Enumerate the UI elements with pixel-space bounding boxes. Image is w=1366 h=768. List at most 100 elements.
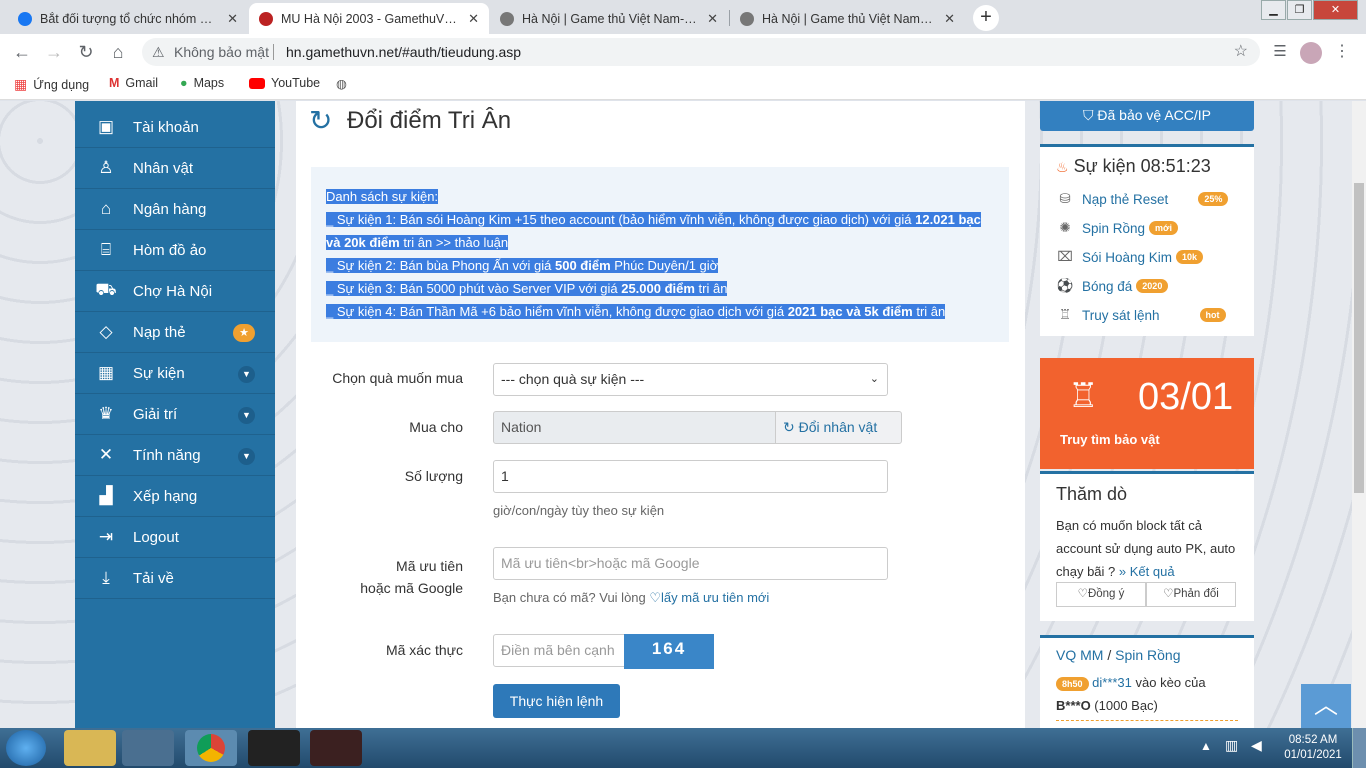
explorer-icon[interactable] (64, 730, 116, 766)
speaker-icon[interactable]: ◀ (1251, 737, 1262, 754)
event-item-topup-reset[interactable]: ⛁ Nạp thẻ Reset 25% (1056, 191, 1229, 207)
event-4-unit: tri ân (912, 304, 946, 319)
sidebar-item-bank[interactable]: ⌂ Ngân hàng (75, 189, 275, 230)
sidebar-item-market[interactable]: ⛟ Chợ Hà Nội (75, 271, 275, 312)
media-player-icon[interactable] (122, 730, 174, 766)
reload-icon[interactable]: ↻ (74, 40, 98, 64)
events-clock: Sự kiện 08:51:23 (1073, 156, 1211, 176)
bookmark-maps[interactable]: ● Maps (180, 76, 224, 90)
refresh-icon: ↻ (309, 105, 333, 136)
window-close-button[interactable]: ✕ (1313, 0, 1358, 20)
close-tab-icon[interactable]: ✕ (227, 11, 238, 27)
poll-result-link[interactable]: » Kết quả (1119, 564, 1175, 579)
treasure-hunt-card[interactable]: ♖ 03/01 Truy tìm bảo vật (1040, 358, 1254, 469)
forward-icon[interactable]: → (42, 40, 66, 64)
star-icon[interactable]: ☆ (1234, 38, 1248, 66)
event-badge: mới (1149, 221, 1178, 235)
browser-tab-3[interactable]: Hà Nội | Game thủ Việt Nam- MU ✕ (490, 3, 728, 34)
events-title: ♨ Sự kiện 08:51:23 (1056, 156, 1211, 177)
bookmark-apps[interactable]: ▦ Ứng dụng (14, 76, 89, 93)
event-item-football[interactable]: ⚽ Bóng đá 2020 (1056, 278, 1169, 294)
sidebar-item-download[interactable]: ⤓ Tải về (75, 558, 275, 599)
events-card: ♨ Sự kiện 08:51:23 ⛁ Nạp thẻ Reset 25% ✺ Sp… (1040, 144, 1254, 336)
submit-button[interactable]: Thực hiện lệnh (493, 684, 620, 718)
tab-title: MU Hà Nội 2003 - GamethuVN.net (281, 11, 461, 26)
show-desktop-button[interactable] (1352, 728, 1366, 768)
page-scrollbar[interactable] (1352, 101, 1366, 728)
event-item-hunt[interactable]: ♖ Truy sát lệnh hot (1056, 307, 1226, 323)
menu-kebab-icon[interactable]: ⋮ (1330, 40, 1354, 64)
close-tab-icon[interactable]: ✕ (707, 11, 718, 27)
maximize-button[interactable]: ❐ (1287, 0, 1312, 20)
mu-launcher-icon[interactable] (310, 730, 362, 766)
tools-icon: ✕ (98, 445, 114, 464)
sidebar-item-label: Sự kiện (133, 364, 185, 382)
start-button[interactable] (6, 730, 46, 766)
calendar-icon: ▦ (97, 363, 115, 382)
poll-agree-button[interactable]: ♡Đồng ý (1056, 582, 1146, 607)
protect-label: Đã bảo vệ ACC/IP (1097, 107, 1211, 123)
scroll-top-button[interactable]: ︿ (1301, 684, 1351, 728)
sidebar-item-account[interactable]: ▣ Tài khoản (75, 107, 275, 148)
change-character-button[interactable]: ↻ Đổi nhân vật (775, 411, 902, 444)
new-tab-button[interactable]: + (973, 5, 999, 31)
sidebar-item-entertainment[interactable]: ♛ Giải trí ▼ (75, 394, 275, 435)
bookmark-gmail[interactable]: M Gmail (109, 76, 158, 90)
sidebar-item-character[interactable]: ♙ Nhân vật (75, 148, 275, 189)
event-item-spin[interactable]: ✺ Spin Rồng mới (1056, 220, 1178, 236)
sidebar-item-features[interactable]: ✕ Tính năng ▼ (75, 435, 275, 476)
poll-disagree-button[interactable]: ♡Phản đối (1146, 582, 1236, 607)
network-icon[interactable]: ▥ (1225, 737, 1238, 754)
minimize-button[interactable]: ▁ (1261, 0, 1286, 20)
heart-broken-icon: ♡ (1163, 588, 1174, 600)
sidebar-item-ranking[interactable]: ▟ Xếp hạng (75, 476, 275, 517)
protect-account-button[interactable]: ⛉ Đã bảo vệ ACC/IP (1040, 101, 1254, 131)
event-3-text: _ Sự kiện 3: Bán 5000 phút vào Server VI… (326, 281, 622, 296)
quantity-input[interactable]: 1 (493, 460, 888, 493)
gift-select[interactable]: --- chọn quà sự kiện --- ⌄ (493, 363, 888, 396)
bookmark-globe[interactable]: ◍ (336, 76, 347, 91)
browser-tab-4[interactable]: Hà Nội | Game thủ Việt Nam- MU ✕ (730, 3, 965, 34)
youtube-icon (249, 77, 265, 89)
mu-game-icon[interactable] (248, 730, 300, 766)
close-tab-icon[interactable]: ✕ (944, 11, 955, 27)
mu-favicon-icon (259, 11, 273, 26)
url-field[interactable]: ⚠ Không bảo mật hn.gamethuvn.net/#auth/t… (142, 38, 1260, 66)
get-code-link[interactable]: lấy mã ưu tiên mới (661, 590, 769, 605)
home-icon[interactable]: ⌂ (106, 40, 130, 64)
browser-tab-1[interactable]: Bắt đối tượng tổ chức nhóm người ✕ (8, 3, 248, 34)
crown-icon: ♛ (98, 404, 114, 423)
avatar[interactable] (1300, 42, 1322, 64)
tray-expand-icon[interactable]: ▲ (1200, 739, 1212, 753)
divider (273, 44, 274, 60)
event-2-text: _ Sự kiện 2: Bán bùa Phong Ấn với giá (326, 258, 555, 273)
apps-grid-icon: ▦ (14, 76, 28, 92)
sidebar-item-warehouse[interactable]: ⌸ Hòm đồ ảo (75, 230, 275, 271)
chevron-down-icon: ▼ (238, 448, 255, 465)
maps-pin-icon: ● (180, 76, 188, 90)
bookmarks-bar: ▦ Ứng dụng M Gmail ● Maps YouTube ◍ (0, 70, 1366, 100)
sidebar-item-logout[interactable]: ⇥ Logout (75, 517, 275, 558)
lucky-wheel-link[interactable]: VQ MM (1056, 647, 1103, 663)
reading-list-icon[interactable]: ☰ (1268, 40, 1292, 64)
scrollbar-thumb[interactable] (1354, 183, 1364, 493)
close-tab-icon[interactable]: ✕ (468, 11, 479, 27)
captcha-input[interactable]: Điền mã bên cạnh (493, 634, 625, 667)
chevron-down-icon: ▼ (238, 407, 255, 424)
event-item-golden-wolf[interactable]: ⌧ Sói Hoàng Kim 10k (1056, 249, 1204, 265)
chrome-icon[interactable] (185, 730, 237, 766)
id-card-icon: ▣ (97, 117, 115, 136)
event-badge: hot (1199, 308, 1226, 322)
code-label-line2: hoặc mã Google (360, 580, 463, 596)
spin-log-line: 8h50 di***31 vào kèo của (1056, 675, 1206, 691)
clock[interactable]: 08:52 AM 01/01/2021 (1283, 733, 1343, 763)
sidebar-item-events[interactable]: ▦ Sự kiện ▼ (75, 353, 275, 394)
change-character-label: Đổi nhân vật (798, 419, 878, 435)
bookmark-youtube[interactable]: YouTube (249, 76, 320, 90)
priority-code-input[interactable]: Mã ưu tiên<br>hoặc mã Google (493, 547, 888, 580)
browser-tab-2[interactable]: MU Hà Nội 2003 - GamethuVN.net ✕ (249, 3, 489, 34)
globe-icon (500, 11, 514, 26)
back-icon[interactable]: ← (10, 40, 34, 64)
spin-rong-link[interactable]: Spin Rồng (1115, 647, 1180, 663)
sidebar-item-topup[interactable]: ◇ Nạp thẻ ★ (75, 312, 275, 353)
